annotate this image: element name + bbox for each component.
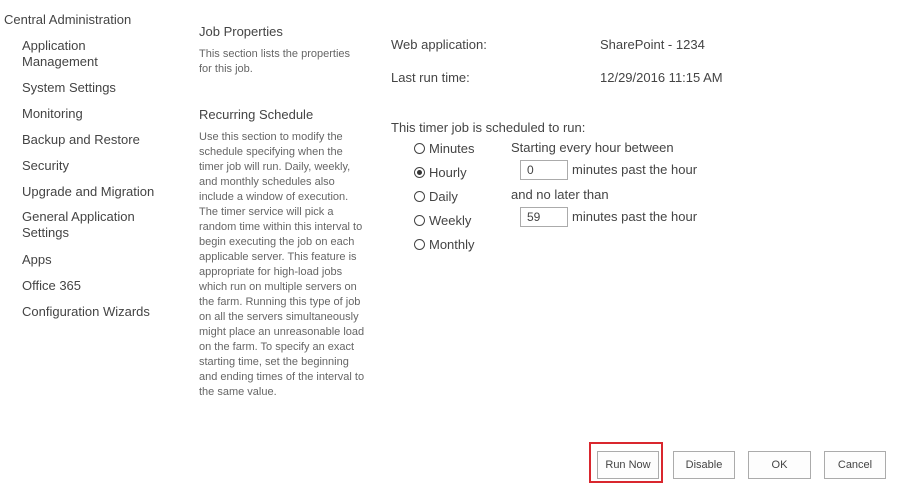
nav-item-label: General Application Settings	[22, 209, 135, 240]
no-later-than-label: and no later than	[511, 187, 609, 202]
radio-button-icon	[414, 142, 425, 154]
nav-item-backup-and-restore[interactable]: Backup and Restore	[22, 132, 140, 148]
radio-weekly[interactable]: Weekly	[414, 212, 471, 228]
nav-item-system-settings[interactable]: System Settings	[22, 80, 116, 96]
radio-daily[interactable]: Daily	[414, 188, 458, 204]
radio-button-icon	[414, 238, 425, 250]
end-minute-input[interactable]	[520, 207, 568, 227]
radio-label: Daily	[429, 188, 458, 204]
starting-every-hour-label: Starting every hour between	[511, 140, 674, 155]
start-minute-suffix: minutes past the hour	[572, 162, 698, 177]
radio-label: Monthly	[429, 236, 475, 252]
schedule-label: This timer job is scheduled to run:	[391, 120, 586, 135]
nav-item-security[interactable]: Security	[22, 158, 69, 174]
nav-item-application-management[interactable]: Application Management	[22, 38, 98, 70]
ok-button[interactable]: OK	[748, 451, 811, 479]
nav-item-office-365[interactable]: Office 365	[22, 278, 81, 294]
nav-item-general-application-settings[interactable]: General Application Settings	[22, 209, 135, 241]
nav-item-monitoring[interactable]: Monitoring	[22, 106, 83, 122]
run-now-button[interactable]: Run Now	[597, 451, 659, 479]
radio-minutes[interactable]: Minutes	[414, 140, 475, 156]
disable-button[interactable]: Disable	[673, 451, 735, 479]
recurring-schedule-title: Recurring Schedule	[199, 107, 314, 122]
nav-item-label: Backup and Restore	[22, 132, 140, 147]
radio-hourly[interactable]: Hourly	[414, 164, 467, 180]
nav-item-label: Office 365	[22, 278, 82, 293]
cancel-button[interactable]: Cancel	[824, 451, 886, 479]
radio-monthly[interactable]: Monthly	[414, 236, 475, 252]
nav-item-configuration-wizards[interactable]: Configuration Wizards	[22, 304, 150, 320]
nav-item-label: System Settings	[22, 80, 116, 95]
nav-central-administration[interactable]: Central Administration	[4, 12, 131, 27]
last-run-time-value: 12/29/2016 11:15 AM	[600, 70, 723, 85]
start-minute-input[interactable]	[520, 160, 568, 180]
recurring-schedule-description: Use this section to modify the schedule …	[199, 131, 365, 398]
nav-item-upgrade-and-migration[interactable]: Upgrade and Migration	[22, 184, 154, 200]
nav-item-label: Monitoring	[22, 106, 83, 121]
nav-item-label: Application Management	[22, 38, 98, 69]
radio-button-checked-icon	[414, 166, 425, 178]
radio-label: Hourly	[429, 164, 467, 180]
web-application-label: Web application:	[391, 37, 487, 52]
job-properties-title: Job Properties	[199, 24, 283, 39]
web-application-value: SharePoint - 1234	[600, 37, 705, 52]
last-run-time-label: Last run time:	[391, 70, 470, 85]
nav-item-label: Apps	[22, 252, 52, 267]
nav-item-apps[interactable]: Apps	[22, 252, 52, 268]
nav-item-label: Security	[22, 158, 69, 173]
end-minute-suffix: minutes past the hour	[572, 209, 698, 224]
radio-button-icon	[414, 190, 425, 202]
radio-button-icon	[414, 214, 425, 226]
job-properties-description: This section lists the properties for th…	[199, 48, 351, 75]
nav-item-label: Upgrade and Migration	[22, 184, 155, 199]
nav-item-label: Configuration Wizards	[22, 304, 150, 319]
radio-label: Weekly	[429, 212, 472, 228]
radio-label: Minutes	[429, 140, 475, 156]
